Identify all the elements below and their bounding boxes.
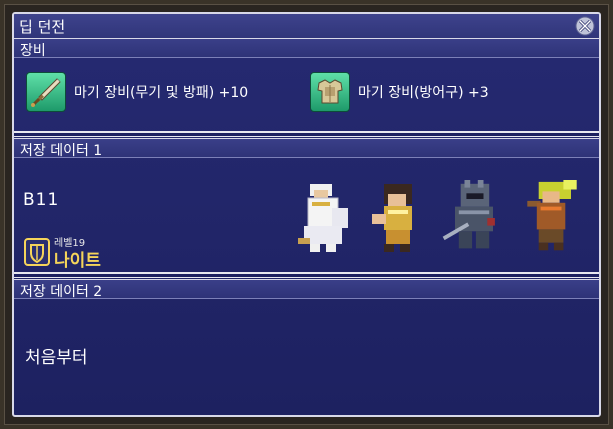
divider [14, 131, 599, 137]
save2-header: 저장 데이터 2 [14, 279, 599, 300]
close-icon[interactable] [574, 15, 596, 37]
dungeon-panel: 딥 던전 장비 마기 장비(무기 및 방패) +10 마기 장비(방어구) +3… [12, 12, 601, 417]
monk-sprite [372, 184, 412, 252]
save1-header: 저장 데이터 1 [14, 138, 599, 159]
equipment-weapon-label: 마기 장비(무기 및 방패) +10 [74, 85, 249, 101]
equipment-header-label: 장비 [20, 43, 46, 59]
dark-knight-sprite [442, 180, 495, 249]
equipment-item-armor[interactable]: 마기 장비(방어구) +3 [310, 72, 489, 112]
floor-label: B11 [23, 190, 60, 210]
thief-sprite [527, 180, 577, 251]
save1-header-label: 저장 데이터 1 [20, 143, 103, 159]
window-title: 딥 던전 [19, 18, 66, 36]
equipment-armor-label: 마기 장비(방어구) +3 [358, 85, 489, 101]
equipment-item-weapon[interactable]: 마기 장비(무기 및 방패) +10 [26, 72, 248, 112]
equipment-header: 장비 [14, 38, 599, 59]
white-mage-sprite [298, 184, 348, 252]
sword-icon [26, 72, 66, 112]
save2-header-label: 저장 데이터 2 [20, 284, 103, 300]
divider [14, 272, 599, 278]
knight-shield-icon [24, 238, 50, 266]
save-slot-2[interactable] [14, 300, 599, 415]
job-name: 나이트 [54, 251, 101, 271]
title-bar: 딥 던전 [14, 14, 599, 38]
armor-icon [310, 72, 350, 112]
new-game-button[interactable]: 처음부터 [25, 343, 88, 368]
